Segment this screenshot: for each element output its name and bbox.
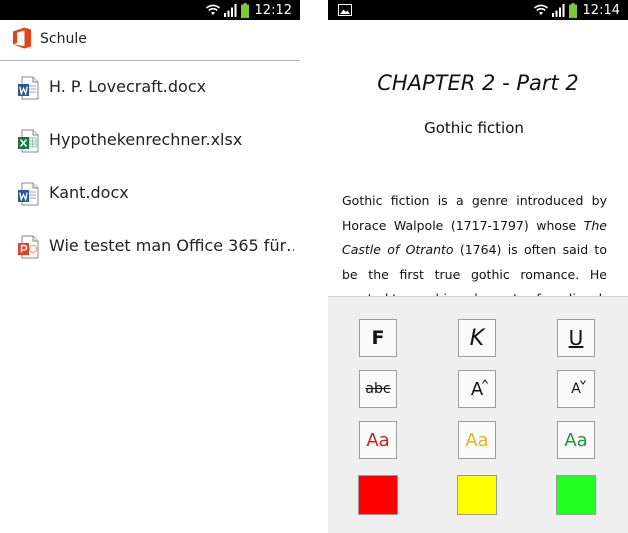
status-icons: 12:12 xyxy=(205,0,300,20)
app-bar: Schule xyxy=(0,20,300,61)
underline-button[interactable]: U xyxy=(557,319,595,357)
battery-icon xyxy=(240,2,249,18)
strikethrough-button[interactable]: abc xyxy=(359,370,397,408)
font-color-label: Aa xyxy=(465,429,489,451)
body-text-part: Gothic fiction is a genre introduced by … xyxy=(342,193,607,233)
folder-title: Schule xyxy=(40,31,87,47)
highlight-red-swatch[interactable] xyxy=(358,475,398,515)
document-body[interactable]: Gothic fiction is a genre introduced by … xyxy=(342,189,607,312)
battery-icon xyxy=(568,2,577,18)
font-color-yellow-button[interactable]: Aa xyxy=(458,421,496,459)
file-name: H. P. Lovecraft.docx xyxy=(49,77,207,96)
excel-icon xyxy=(18,129,39,153)
status-icons: 12:14 xyxy=(533,0,628,20)
file-name: Wie testet man Office 365 für… xyxy=(49,236,294,255)
status-bar: 12:14 xyxy=(328,0,628,20)
status-bar: 12:12 xyxy=(0,0,300,20)
office-logo-icon xyxy=(13,27,31,49)
italic-button[interactable]: K xyxy=(458,319,496,357)
powerpoint-icon xyxy=(18,235,39,259)
highlight-yellow-swatch[interactable] xyxy=(457,475,497,515)
shrink-font-button[interactable]: A xyxy=(557,370,595,408)
bold-label: F xyxy=(371,327,385,349)
file-browser-screen: 12:12 Schule H. P. Lovecraft.docx Hypoth… xyxy=(0,0,300,533)
font-color-red-button[interactable]: Aa xyxy=(359,421,397,459)
status-time: 12:14 xyxy=(582,2,620,18)
file-name: Kant.docx xyxy=(49,183,129,202)
chapter-title: CHAPTER 2 - Part 2 xyxy=(377,71,579,95)
image-notification-icon xyxy=(338,4,352,16)
caret-up-icon xyxy=(482,379,488,384)
format-panel: F K U abc A A Aa Aa Aa xyxy=(328,296,628,533)
font-color-label: Aa xyxy=(564,429,588,451)
list-item[interactable]: Kant.docx xyxy=(0,167,300,220)
highlight-green-swatch[interactable] xyxy=(556,475,596,515)
bold-button[interactable]: F xyxy=(359,319,397,357)
wifi-icon xyxy=(533,4,548,15)
file-name: Hypothekenrechner.xlsx xyxy=(49,130,243,149)
signal-strength-icon xyxy=(223,3,237,17)
list-item[interactable]: Hypothekenrechner.xlsx xyxy=(0,114,300,167)
grow-font-button[interactable]: A xyxy=(458,370,496,408)
list-item[interactable]: H. P. Lovecraft.docx xyxy=(0,61,300,114)
status-time: 12:12 xyxy=(254,2,292,18)
wifi-icon xyxy=(205,4,220,15)
italic-label: K xyxy=(469,325,485,351)
font-color-green-button[interactable]: Aa xyxy=(557,421,595,459)
section-title: Gothic fiction xyxy=(424,119,524,137)
document-editor-screen: 12:14 CHAPTER 2 - Part 2 Gothic fiction … xyxy=(328,0,628,533)
caret-down-icon xyxy=(580,380,586,385)
word-icon xyxy=(18,182,39,206)
strikethrough-label: abc xyxy=(365,381,391,397)
word-icon xyxy=(18,76,39,100)
signal-strength-icon xyxy=(551,3,565,17)
underline-label: U xyxy=(568,326,584,350)
list-item[interactable]: Wie testet man Office 365 für… xyxy=(0,220,300,273)
file-list: H. P. Lovecraft.docx Hypothekenrechner.x… xyxy=(0,61,300,273)
font-color-label: Aa xyxy=(366,429,390,451)
